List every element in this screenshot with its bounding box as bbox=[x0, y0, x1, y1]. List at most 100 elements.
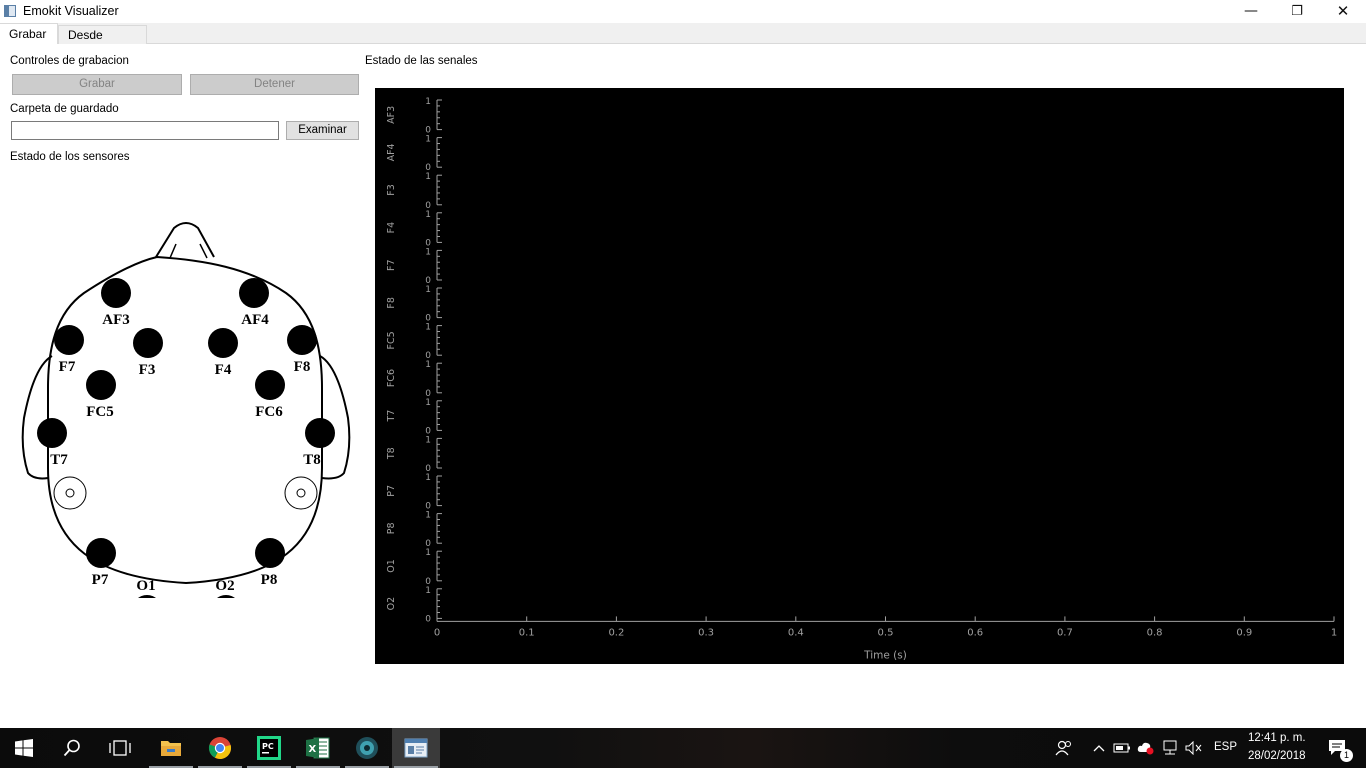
x-tick-label: 1 bbox=[1331, 627, 1337, 638]
channel-axis-o1: 10O1 bbox=[386, 548, 442, 587]
channel-tick-label: 1 bbox=[425, 135, 431, 145]
task-view-button[interactable] bbox=[96, 728, 144, 768]
channel-label-p7: P7 bbox=[386, 485, 397, 497]
channel-axis-p7: 10P7 bbox=[386, 473, 442, 512]
taskbar-emokit-visualizer[interactable] bbox=[392, 728, 440, 768]
tab-grabar[interactable]: Grabar bbox=[0, 23, 58, 45]
sensor-fc5 bbox=[86, 370, 116, 400]
channel-label-f7: F7 bbox=[386, 259, 397, 271]
channel-label-fc5: FC5 bbox=[386, 331, 397, 349]
taskbar-excel[interactable]: X bbox=[294, 728, 342, 768]
sensor-head-diagram: AF3 AF4 F7 F3 F4 F8 FC5 FC6 T7 T8 P7 P8 O1 O2 bbox=[21, 222, 351, 598]
sensor-o2 bbox=[217, 595, 235, 598]
sensor-label-af4: AF4 bbox=[241, 312, 269, 328]
battery-icon bbox=[1113, 743, 1130, 753]
x-tick-label: 0 bbox=[434, 627, 440, 638]
record-button[interactable]: Grabar bbox=[12, 74, 182, 95]
channel-axis-t8: 10T8 bbox=[386, 435, 442, 474]
sensor-af4 bbox=[239, 278, 269, 308]
stop-button[interactable]: Detener bbox=[190, 74, 359, 95]
start-button[interactable] bbox=[0, 728, 48, 768]
sensor-af3 bbox=[101, 278, 131, 308]
minimize-button[interactable]: — bbox=[1228, 0, 1274, 23]
emokit-visualizer-icon bbox=[404, 738, 428, 758]
cloud-status-indicator[interactable] bbox=[1134, 728, 1158, 768]
maximize-button[interactable]: ❐ bbox=[1274, 0, 1320, 23]
sensor-label-fc6: FC6 bbox=[255, 404, 283, 420]
channel-axis-f7: 10F7 bbox=[386, 247, 442, 286]
x-tick-label: 0.1 bbox=[519, 627, 535, 638]
channel-tick-label: 1 bbox=[425, 398, 431, 408]
channel-tick-label: 1 bbox=[425, 172, 431, 182]
taskbar-app[interactable] bbox=[343, 728, 391, 768]
clock-time[interactable]: 12:41 p. m. bbox=[1248, 732, 1306, 744]
channel-tick-label: 1 bbox=[425, 210, 431, 220]
search-button[interactable] bbox=[48, 728, 96, 768]
channel-axis-af3: 10AF3 bbox=[386, 97, 442, 136]
taskbar-pycharm[interactable]: PC bbox=[245, 728, 293, 768]
sensor-p8 bbox=[255, 538, 285, 568]
network-indicator[interactable] bbox=[1158, 728, 1182, 768]
sensor-p7 bbox=[86, 538, 116, 568]
browse-button[interactable]: Examinar bbox=[286, 121, 359, 140]
taskbar: PC X ESP 12:41 p. m. 28/02/2018 1 bbox=[0, 728, 1366, 768]
x-tick-label: 0.9 bbox=[1236, 627, 1252, 638]
start-icon bbox=[15, 739, 33, 757]
title-bar[interactable]: Emokit Visualizer — ❐ ✕ bbox=[0, 0, 1366, 23]
show-hidden-icons-button[interactable] bbox=[1088, 728, 1110, 768]
save-folder-label: Carpeta de guardado bbox=[10, 103, 119, 115]
taskbar-chrome[interactable] bbox=[196, 728, 244, 768]
tab-desde-archivo[interactable]: Desde archivo bbox=[58, 25, 147, 60]
people-button[interactable] bbox=[1040, 728, 1088, 768]
x-tick-label: 0.3 bbox=[698, 627, 714, 638]
nose bbox=[155, 222, 215, 258]
channel-label-t7: T7 bbox=[386, 410, 397, 423]
channel-tick-label: 1 bbox=[425, 511, 431, 521]
sensor-label-o2: O2 bbox=[215, 578, 234, 594]
sensor-t8 bbox=[305, 418, 335, 448]
app-icon bbox=[4, 5, 16, 17]
sensor-fc6 bbox=[255, 370, 285, 400]
channel-tick-label: 1 bbox=[425, 247, 431, 257]
sensor-label-af3: AF3 bbox=[102, 312, 130, 328]
x-tick-label: 0.4 bbox=[788, 627, 804, 638]
channel-tick-label: 1 bbox=[425, 285, 431, 295]
channel-axis-f8: 10F8 bbox=[386, 285, 442, 324]
head-outline bbox=[47, 255, 323, 585]
sensor-label-fc5: FC5 bbox=[86, 404, 114, 420]
clock-date[interactable]: 28/02/2018 bbox=[1248, 750, 1306, 762]
taskbar-file-explorer[interactable] bbox=[147, 728, 195, 768]
language-indicator[interactable]: ESP bbox=[1214, 741, 1237, 753]
action-center-button[interactable]: 1 bbox=[1318, 728, 1358, 768]
svg-text:X: X bbox=[309, 744, 317, 755]
svg-text:PC: PC bbox=[262, 742, 274, 751]
channel-tick-label: 1 bbox=[425, 586, 431, 596]
channel-label-af3: AF3 bbox=[386, 106, 397, 124]
sensor-f7 bbox=[54, 325, 84, 355]
close-button[interactable]: ✕ bbox=[1320, 0, 1366, 23]
pycharm-icon: PC bbox=[257, 736, 281, 760]
x-axis: 0 0.1 0.2 0.3 0.4 0.5 0.6 0.7 0.8 0.9 1 bbox=[434, 616, 1337, 638]
network-icon bbox=[1163, 740, 1177, 755]
channel-label-o1: O1 bbox=[386, 559, 397, 573]
channel-tick-label: 1 bbox=[425, 97, 431, 107]
channel-label-o2: O2 bbox=[386, 597, 397, 611]
sensor-f3 bbox=[133, 328, 163, 358]
channel-label-t8: T8 bbox=[386, 447, 397, 460]
volume-indicator[interactable] bbox=[1182, 728, 1206, 768]
signal-plot: 1 0 AF3 1 0 AF4 1 0 F3 1 0 F4 1 0 F7 1 0 F8 1 0 FC5 1 0 FC6 1 0 T7… bbox=[375, 88, 1344, 664]
x-tick-label: 0.7 bbox=[1057, 627, 1073, 638]
sensor-t7 bbox=[37, 418, 67, 448]
x-tick-label: 0.6 bbox=[967, 627, 983, 638]
channel-axis-af4: 10AF4 bbox=[386, 135, 442, 173]
x-tick-label: 0.8 bbox=[1147, 627, 1163, 638]
channel-axis-fc5: 10FC5 bbox=[386, 323, 442, 361]
battery-indicator[interactable] bbox=[1110, 728, 1134, 768]
channel-tick-label: 1 bbox=[425, 360, 431, 370]
save-folder-input[interactable] bbox=[11, 121, 279, 140]
tab-bar: Grabar Desde archivo bbox=[0, 23, 1366, 60]
channel-axis-fc6: 10FC6 bbox=[386, 360, 442, 399]
x-axis-label: Time (s) bbox=[863, 649, 907, 661]
channel-axis-f3: 10F3 bbox=[386, 172, 442, 211]
app-window: Emokit Visualizer — ❐ ✕ Grabar Desde arc… bbox=[0, 0, 1366, 728]
